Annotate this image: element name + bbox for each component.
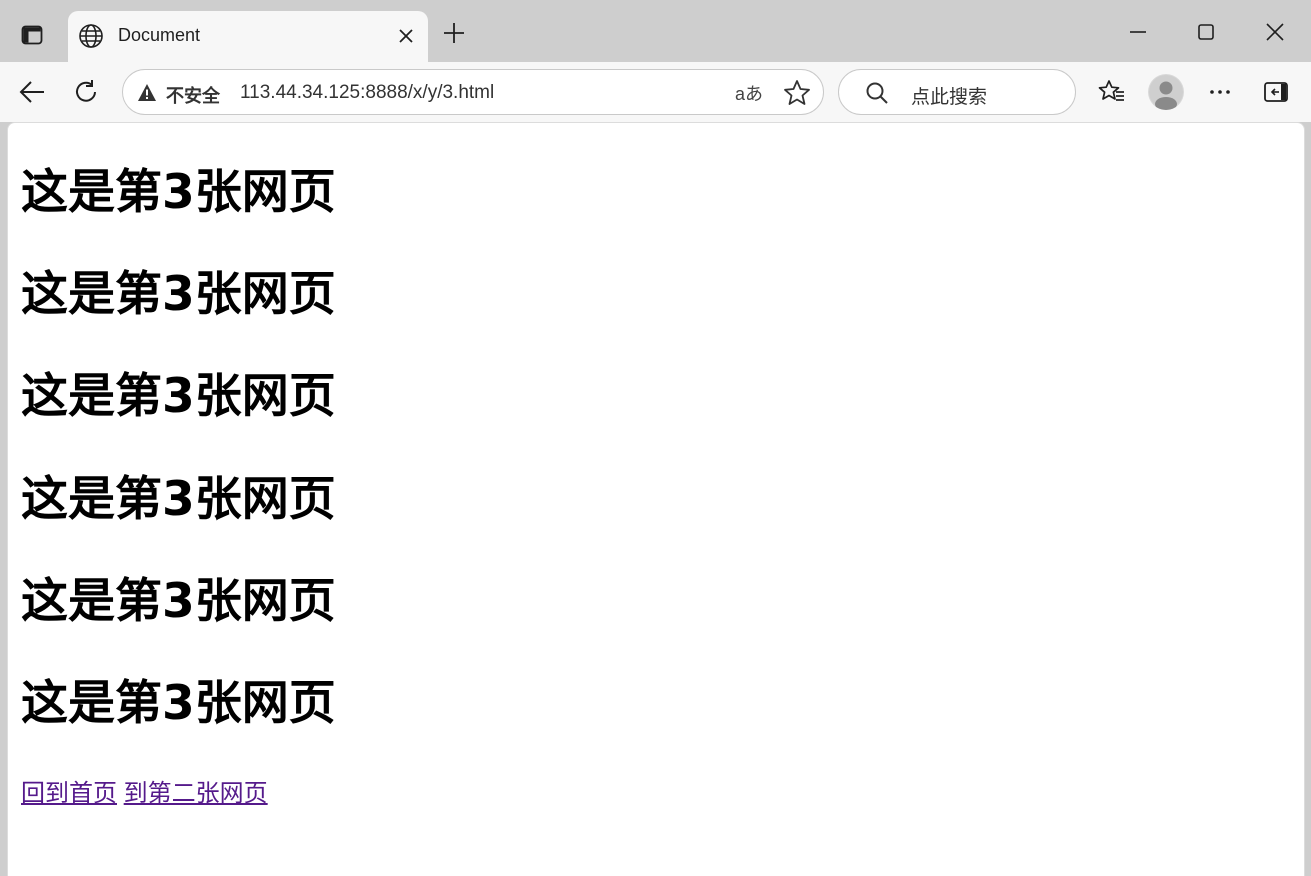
minimize-button[interactable] xyxy=(1122,16,1154,48)
page-heading: 这是第3张网页 xyxy=(21,472,336,527)
maximize-button[interactable] xyxy=(1190,16,1222,48)
maximize-icon xyxy=(1198,24,1214,40)
page-heading: 这是第3张网页 xyxy=(21,676,336,731)
tab-document[interactable]: Document xyxy=(68,11,428,62)
page-heading: 这是第3张网页 xyxy=(21,574,336,629)
read-aloud-icon[interactable]: aあ xyxy=(735,80,763,106)
search-box[interactable]: 点此搜索 xyxy=(838,69,1076,115)
url-text[interactable]: 113.44.34.125:8888/x/y/3.html xyxy=(240,82,494,104)
reload-icon xyxy=(76,80,96,102)
back-button[interactable] xyxy=(14,74,50,110)
new-tab-button[interactable] xyxy=(440,18,468,48)
close-icon xyxy=(399,29,413,43)
page-heading: 这是第3张网页 xyxy=(21,369,336,424)
address-bar[interactable]: 不安全 113.44.34.125:8888/x/y/3.html aあ xyxy=(122,69,824,115)
page-links: 回到首页 到第二张网页 xyxy=(21,773,268,808)
reload-button[interactable] xyxy=(68,74,104,110)
navigation-toolbar: 不安全 113.44.34.125:8888/x/y/3.html aあ 点此搜… xyxy=(0,62,1311,122)
favorites-list-icon xyxy=(1098,80,1124,101)
search-placeholder: 点此搜索 xyxy=(911,87,988,108)
tab-title: Document xyxy=(118,25,201,45)
not-secure-label[interactable]: 不安全 xyxy=(166,82,220,108)
back-arrow-icon xyxy=(19,81,44,103)
browser-window: Document 不安全 113.44.34.125:8888/x/y/3.ht… xyxy=(0,0,1311,876)
tab-actions-icon xyxy=(21,25,43,45)
more-options-button[interactable] xyxy=(1202,74,1238,110)
plus-icon xyxy=(444,23,464,43)
second-page-link[interactable]: 到第二张网页 xyxy=(124,779,268,807)
minimize-icon xyxy=(1130,31,1146,33)
tab-actions-button[interactable] xyxy=(14,20,50,50)
favorite-star-icon[interactable] xyxy=(783,79,811,107)
profile-avatar[interactable] xyxy=(1148,74,1184,110)
warning-icon xyxy=(138,84,156,101)
window-close-button[interactable] xyxy=(1259,16,1291,48)
close-icon xyxy=(1266,23,1284,41)
page-content: 这是第3张网页 这是第3张网页 这是第3张网页 这是第3张网页 这是第3张网页 … xyxy=(7,122,1305,876)
page-heading: 这是第3张网页 xyxy=(21,165,336,220)
more-dots-icon xyxy=(1210,90,1230,94)
user-icon xyxy=(1149,75,1183,110)
page-heading: 这是第3张网页 xyxy=(21,267,336,322)
search-icon xyxy=(866,82,888,104)
globe-icon xyxy=(79,24,103,48)
favorites-button[interactable] xyxy=(1094,74,1130,110)
sidebar-icon xyxy=(1264,82,1288,102)
sidebar-toggle-button[interactable] xyxy=(1258,74,1294,110)
tab-strip: Document xyxy=(0,0,1311,62)
tab-close-button[interactable] xyxy=(394,24,418,48)
home-link[interactable]: 回到首页 xyxy=(21,779,117,807)
